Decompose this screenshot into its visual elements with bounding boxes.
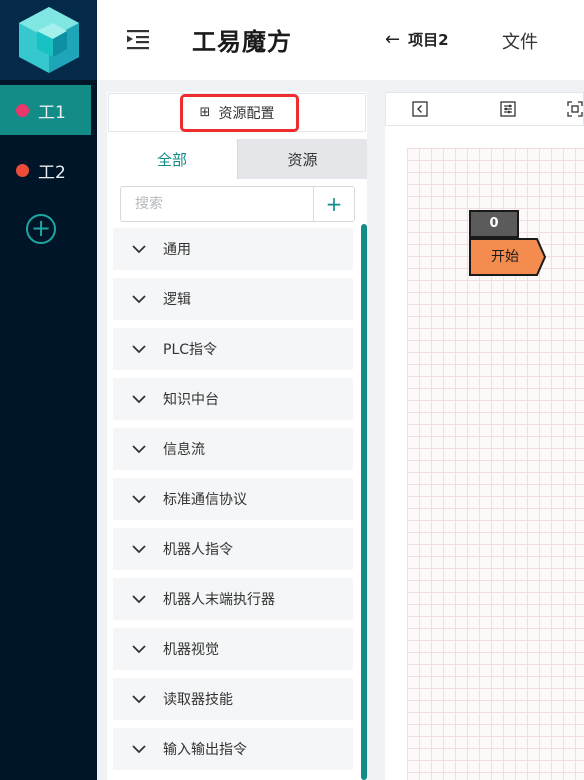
chevron-down-icon [132,445,146,454]
search-box: + [120,186,355,222]
category-label: 输入输出指令 [163,742,247,758]
arrow-left-icon: ← [385,29,401,50]
chevron-down-icon [132,595,146,604]
category-item[interactable]: 输入输出指令 [113,728,353,770]
highlight-box [180,94,299,132]
panel-tabs: 全部 资源 [107,139,367,179]
category-label: 机器人末端执行器 [163,592,275,608]
chevron-down-icon [132,495,146,504]
category-label: 通用 [163,242,191,258]
scrollbar[interactable] [361,224,367,780]
workspace-tab-2[interactable]: 工2 [0,145,91,195]
chevron-down-icon [132,245,146,254]
menu-fold-icon[interactable] [125,26,151,52]
workspace-label: 工1 [38,102,66,123]
start-node-label: 开始 [491,249,519,265]
status-dot [16,163,29,177]
add-workspace-button[interactable]: + [26,214,56,244]
chevron-down-icon [132,745,146,754]
category-label: 逻辑 [163,292,191,308]
category-item[interactable]: 标准通信协议 [113,478,353,520]
start-node[interactable]: 开始 [469,238,547,276]
search-input[interactable] [121,187,313,221]
cube-logo-icon [18,7,79,73]
node-index-badge: 0 [469,210,519,238]
category-label: PLC指令 [163,342,218,358]
chevron-down-icon [132,695,146,704]
file-menu[interactable]: 文件 [502,28,538,54]
category-item[interactable]: 逻辑 [113,278,353,320]
chevron-down-icon [132,295,146,304]
tab-all[interactable]: 全部 [107,139,237,179]
back-to-project-link[interactable]: ← 项目2 [385,29,449,50]
chevron-down-icon [132,395,146,404]
category-item[interactable]: 机器人指令 [113,528,353,570]
add-resource-button[interactable]: + [313,187,354,221]
category-label: 信息流 [163,442,205,458]
chevron-down-icon [132,645,146,654]
settings-sliders-icon[interactable] [500,101,516,117]
app-title: 工易魔方 [192,28,292,56]
category-item[interactable]: PLC指令 [113,328,353,370]
chevron-down-icon [132,345,146,354]
category-item[interactable]: 读取器技能 [113,678,353,720]
category-label: 机器人指令 [163,542,233,558]
category-item[interactable]: 机器人末端执行器 [113,578,353,620]
category-item[interactable]: 知识中台 [113,378,353,420]
app-logo [0,0,97,80]
category-item[interactable]: 通用 [113,228,353,270]
workspace-tab-1[interactable]: 工1 [0,85,91,135]
category-label: 知识中台 [163,392,219,408]
category-label: 标准通信协议 [163,492,247,508]
resource-config-button[interactable]: ⊞ 资源配置 [108,93,366,132]
collapse-left-icon[interactable] [412,101,428,117]
category-item[interactable]: 信息流 [113,428,353,470]
resource-panel: ⊞ 资源配置 全部 资源 + 通用 逻辑 PLC指令 知识中台 信息流 [107,92,367,780]
canvas-toolbar [385,92,584,126]
status-dot [16,103,29,117]
chevron-down-icon [132,545,146,554]
category-item[interactable]: 机器视觉 [113,628,353,670]
category-label: 机器视觉 [163,642,219,658]
workspace-label: 工2 [38,162,66,183]
top-header: 工易魔方 ← 项目2 文件 [97,0,584,80]
fit-screen-icon[interactable] [567,101,583,117]
category-label: 读取器技能 [163,692,233,708]
project-name: 项目2 [408,31,449,49]
tab-resource[interactable]: 资源 [237,139,367,179]
